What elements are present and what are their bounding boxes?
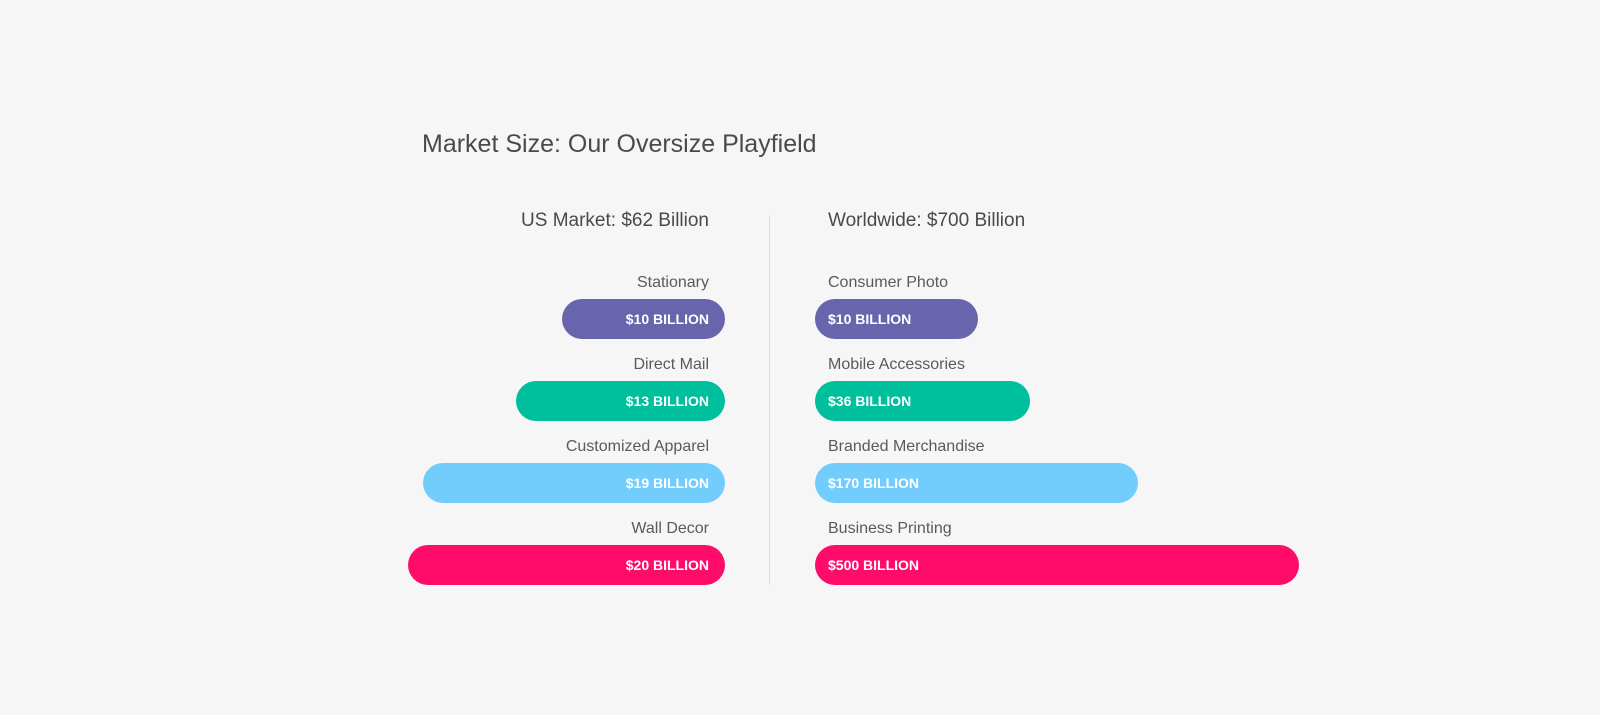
ww-category-label: Consumer Photo — [828, 274, 949, 291]
ww-value-bar: $170 BILLION — [815, 463, 1138, 503]
ww-value-bar: $36 BILLION — [815, 381, 1030, 421]
us-market-heading: US Market: $62 Billion — [521, 210, 709, 231]
us-value-label: $19 BILLION — [625, 475, 709, 491]
us-value-bar: $19 BILLION — [423, 463, 725, 503]
us-value-label: $13 BILLION — [625, 393, 709, 409]
ww-value-label: $36 BILLION — [828, 393, 912, 409]
us-value-bar: $10 BILLION — [562, 299, 725, 339]
column-divider — [769, 215, 770, 585]
ww-value-label: $170 BILLION — [828, 475, 920, 491]
ww-category-label: Business Printing — [828, 520, 952, 537]
ww-value-label: $500 BILLION — [828, 557, 920, 573]
us-value-bar: $20 BILLION — [408, 545, 725, 585]
us-category-label: Direct Mail — [633, 356, 709, 373]
worldwide-heading: Worldwide: $700 Billion — [828, 210, 1026, 231]
ww-category-label: Branded Merchandise — [828, 438, 985, 455]
us-category-label: Customized Apparel — [565, 438, 709, 455]
us-category-label: Wall Decor — [631, 520, 709, 537]
ww-value-label: $10 BILLION — [828, 311, 912, 327]
us-value-label: $20 BILLION — [625, 557, 709, 573]
us-category-label: Stationary — [636, 274, 709, 291]
ww-value-bar: $10 BILLION — [815, 299, 978, 339]
ww-value-bar: $500 BILLION — [815, 545, 1299, 585]
chart-title: Market Size: Our Oversize Playfield — [422, 130, 817, 158]
us-value-bar: $13 BILLION — [516, 381, 725, 421]
us-value-label: $10 BILLION — [625, 311, 709, 327]
ww-category-label: Mobile Accessories — [828, 356, 965, 373]
